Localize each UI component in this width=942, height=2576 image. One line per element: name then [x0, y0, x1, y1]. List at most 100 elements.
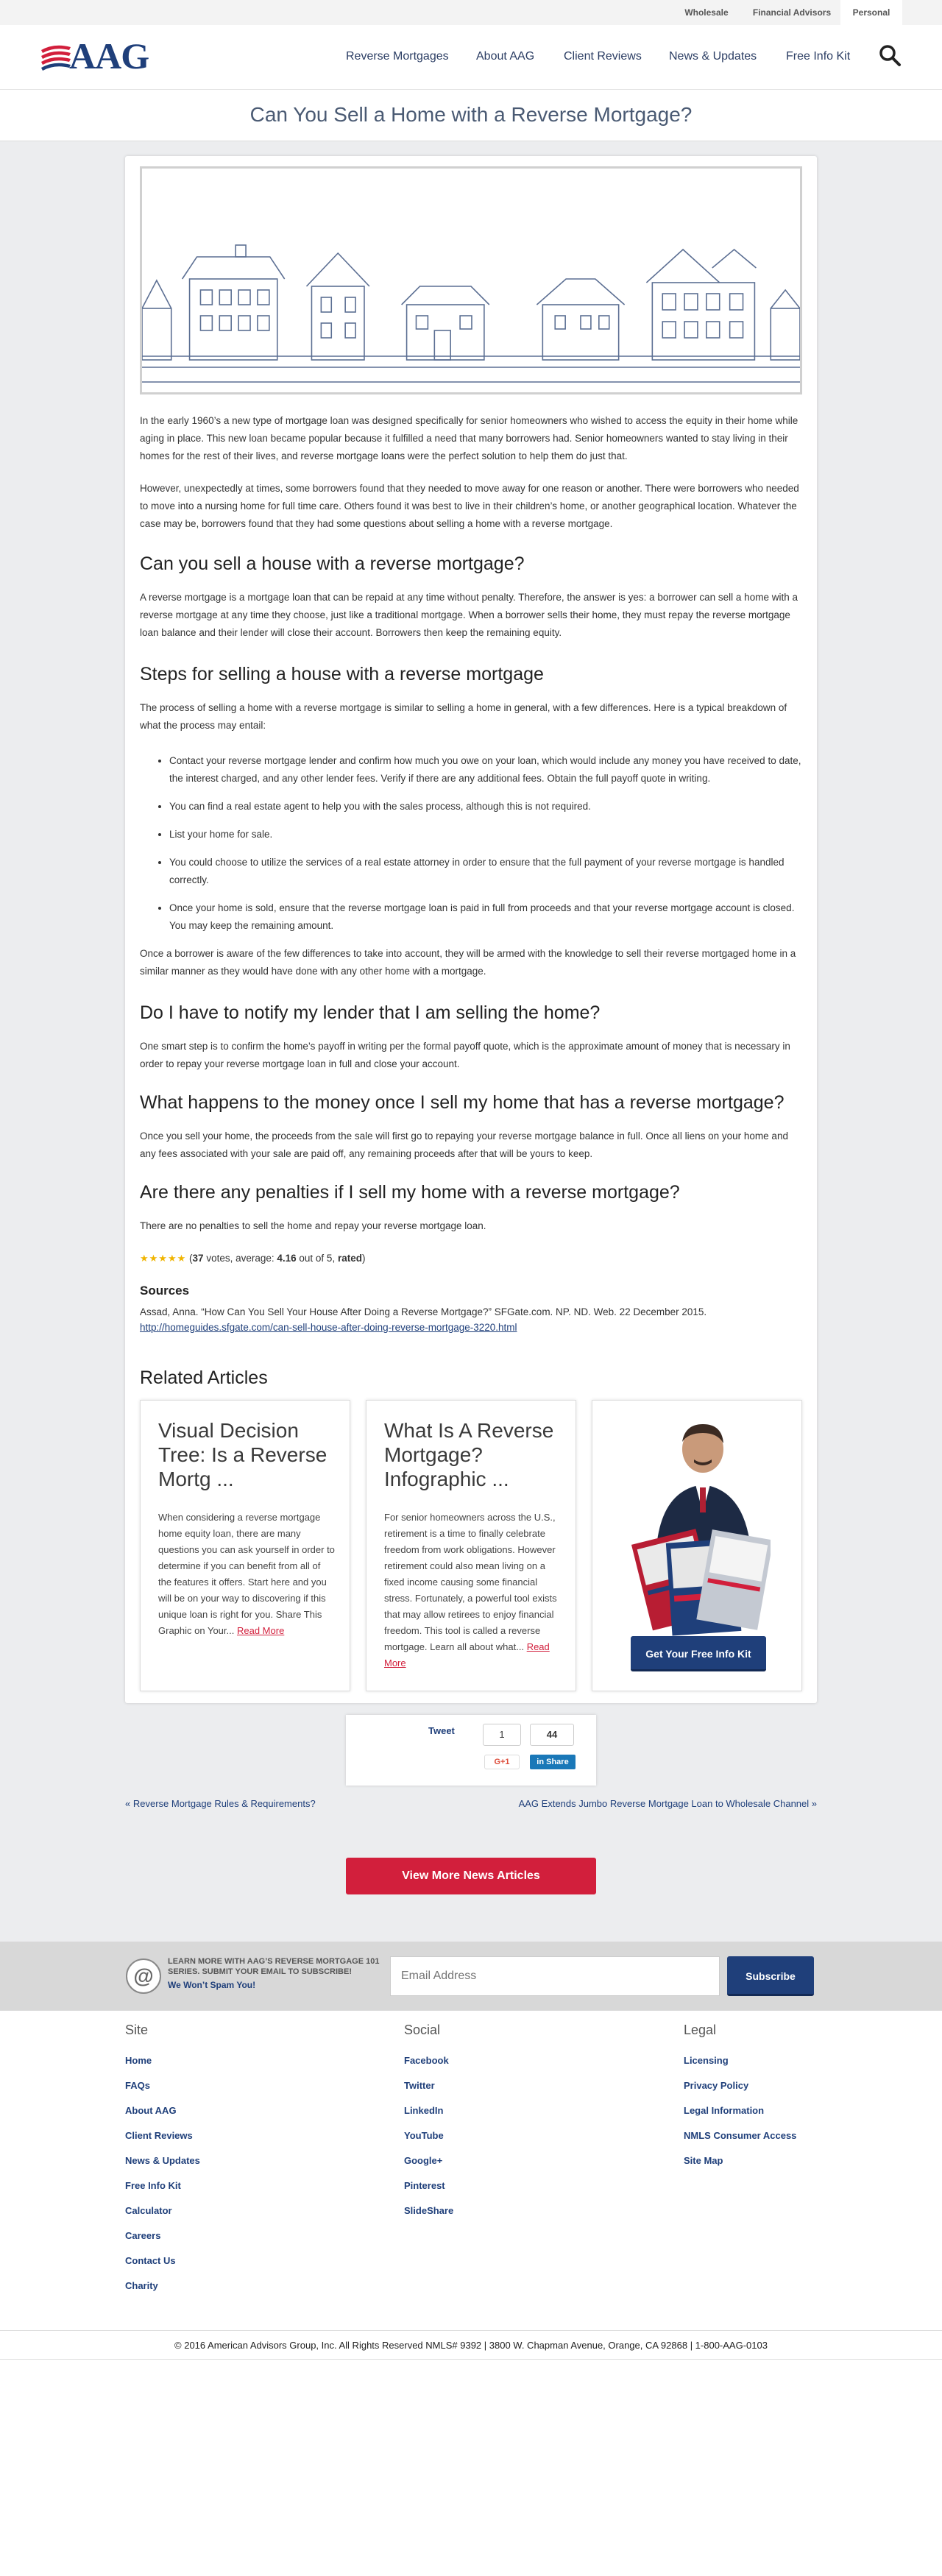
footer-link-facebook[interactable]: Facebook: [404, 2055, 449, 2066]
sources-link[interactable]: http://homeguides.sfgate.com/can-sell-ho…: [140, 1322, 517, 1333]
flag-swoosh-icon: [41, 45, 71, 71]
tweet-button[interactable]: Tweet: [428, 1725, 455, 1736]
footer-link-nmls-consumer-access[interactable]: NMLS Consumer Access: [684, 2130, 796, 2141]
social-share-box: Tweet 1 44 G+1 in Share: [346, 1715, 596, 1786]
copyright-text: © 2016 American Advisors Group, Inc. All…: [174, 2340, 768, 2351]
related-card-decision-tree[interactable]: Visual Decision Tree: Is a Reverse Mortg…: [140, 1400, 350, 1691]
intro-paragraph-1: In the early 1960’s a new type of mortga…: [140, 415, 798, 461]
section-heading-notify-lender: Do I have to notify my lender that I am …: [140, 1002, 601, 1023]
related-card-title[interactable]: Visual Decision Tree: Is a Reverse Mortg…: [158, 1418, 335, 1491]
nav-free-info-kit[interactable]: Free Info Kit: [786, 50, 850, 63]
google-plus-button[interactable]: G+1: [484, 1755, 520, 1769]
page-bottom-blank: [0, 2360, 942, 2576]
related-card-excerpt-text: When considering a reverse mortgage home…: [158, 1512, 335, 1636]
nav-reverse-mortgages[interactable]: Reverse Mortgages: [346, 50, 449, 63]
email-address-input[interactable]: [390, 1956, 720, 1996]
rating-votes-text: votes, average:: [203, 1253, 277, 1264]
footer-heading-site: Site: [125, 2023, 149, 2037]
linkedin-icon: in: [536, 1758, 547, 1766]
footer-link-free-info-kit[interactable]: Free Info Kit: [125, 2180, 181, 2191]
footer-link-youtube[interactable]: YouTube: [404, 2130, 444, 2141]
section-body-money: Once you sell your home, the proceeds fr…: [140, 1130, 788, 1159]
nav-about-aag[interactable]: About AAG: [476, 50, 534, 63]
footer-link-faqs[interactable]: FAQs: [125, 2080, 150, 2091]
newsletter-bar: @ LEARN MORE WITH AAG’S REVERSE MORTGAGE…: [0, 1942, 942, 2011]
intro-paragraph-2: However, unexpectedly at times, some bor…: [140, 483, 799, 529]
related-articles-heading: Related Articles: [140, 1367, 268, 1388]
email-at-icon: @: [126, 1958, 161, 1994]
site-header: AAG Reverse Mortgages About AAG Client R…: [0, 25, 942, 90]
utility-link-personal[interactable]: Personal: [840, 0, 902, 25]
footer-link-contact-us[interactable]: Contact Us: [125, 2255, 176, 2266]
footer-heading-social: Social: [404, 2023, 441, 2037]
page-title: Can You Sell a Home with a Reverse Mortg…: [249, 103, 693, 126]
footer-link-client-reviews[interactable]: Client Reviews: [125, 2130, 193, 2141]
steps-list-item: Once your home is sold, ensure that the …: [169, 899, 802, 935]
footer-link-careers[interactable]: Careers: [125, 2230, 160, 2241]
houses-illustration: [140, 166, 802, 394]
utility-link-financial-advisors[interactable]: Financial Advisors: [743, 0, 840, 25]
related-card-infographic[interactable]: What Is A Reverse Mortgage? Infographic …: [366, 1400, 576, 1691]
related-card-excerpt-text: For senior homeowners across the U.S., r…: [384, 1512, 557, 1652]
footer-link-twitter[interactable]: Twitter: [404, 2080, 435, 2091]
section-intro-steps: The process of selling a home with a rev…: [140, 702, 787, 731]
footer-link-site-map[interactable]: Site Map: [684, 2155, 723, 2166]
section-body-penalties: There are no penalties to sell the home …: [140, 1220, 486, 1231]
related-card-title[interactable]: What Is A Reverse Mortgage? Infographic …: [384, 1418, 561, 1491]
utility-link-wholesale[interactable]: Wholesale: [670, 0, 743, 25]
footer-link-privacy-policy[interactable]: Privacy Policy: [684, 2080, 748, 2091]
steps-list-item: List your home for sale.: [169, 826, 802, 843]
section-body-notify-lender: One smart step is to confirm the home’s …: [140, 1041, 790, 1069]
rating-rated: rated: [337, 1253, 362, 1264]
rating-votes: 37: [192, 1253, 204, 1264]
section-outro-steps: Once a borrower is aware of the few diff…: [140, 948, 796, 977]
footer-link-charity[interactable]: Charity: [125, 2280, 158, 2291]
section-heading-penalties: Are there any penalties if I sell my hom…: [140, 1182, 680, 1203]
steps-list: Contact your reverse mortgage lender and…: [155, 752, 802, 935]
footer-heading-legal: Legal: [684, 2023, 717, 2037]
footer-link-linkedin[interactable]: LinkedIn: [404, 2105, 443, 2116]
linkedin-share-button[interactable]: in Share: [530, 1755, 576, 1769]
section-heading-money: What happens to the money once I sell my…: [140, 1092, 785, 1113]
houses-line-art: [142, 169, 800, 392]
steps-list-item: Contact your reverse mortgage lender and…: [169, 752, 802, 788]
facebook-share-count[interactable]: 44: [530, 1724, 574, 1746]
article-card: In the early 1960’s a new type of mortga…: [125, 156, 817, 1703]
footer-link-about-aag[interactable]: About AAG: [125, 2105, 177, 2116]
rating-average: 4.16: [277, 1253, 297, 1264]
section-heading-steps: Steps for selling a house with a reverse…: [140, 664, 544, 684]
previous-post-link[interactable]: « Reverse Mortgage Rules & Requirements?: [125, 1798, 316, 1809]
aag-logo[interactable]: AAG: [40, 37, 172, 75]
section-body-can-you-sell: A reverse mortgage is a mortgage loan th…: [140, 592, 798, 638]
next-post-link[interactable]: AAG Extends Jumbo Reverse Mortgage Loan …: [519, 1798, 817, 1809]
no-spam-note: We Won’t Spam You!: [168, 1980, 256, 1990]
read-more-link[interactable]: Read More: [237, 1625, 284, 1636]
related-card-excerpt: For senior homeowners across the U.S., r…: [384, 1510, 561, 1671]
nav-news-updates[interactable]: News & Updates: [669, 50, 757, 63]
utility-bar: Wholesale Financial Advisors Personal: [0, 0, 942, 25]
subscribe-button[interactable]: Subscribe: [727, 1956, 814, 1996]
steps-list-item: You can find a real estate agent to help…: [169, 798, 802, 815]
footer-link-slideshare[interactable]: SlideShare: [404, 2205, 453, 2216]
nav-client-reviews[interactable]: Client Reviews: [564, 50, 642, 63]
get-free-info-kit-button[interactable]: Get Your Free Info Kit: [631, 1636, 766, 1671]
section-heading-can-you-sell: Can you sell a house with a reverse mort…: [140, 553, 525, 574]
svg-text:@: @: [133, 1964, 153, 1987]
newsletter-text: LEARN MORE WITH AAG’S REVERSE MORTGAGE 1…: [168, 1957, 380, 1976]
search-icon[interactable]: [877, 43, 902, 68]
footer-link-legal-information[interactable]: Legal Information: [684, 2105, 764, 2116]
view-more-news-button[interactable]: View More News Articles: [346, 1858, 596, 1894]
footer-link-calculator[interactable]: Calculator: [125, 2205, 172, 2216]
footer-link-home[interactable]: Home: [125, 2055, 152, 2066]
site-footer: Site Home FAQs About AAG Client Reviews …: [0, 2011, 942, 2330]
footer-link-google-plus[interactable]: Google+: [404, 2155, 442, 2166]
footer-link-news-updates[interactable]: News & Updates: [125, 2155, 200, 2166]
footer-link-pinterest[interactable]: Pinterest: [404, 2180, 445, 2191]
sources-citation: Assad, Anna. “How Can You Sell Your Hous…: [140, 1306, 707, 1317]
footer-link-licensing[interactable]: Licensing: [684, 2055, 729, 2066]
copyright-bar: © 2016 American Advisors Group, Inc. All…: [0, 2330, 942, 2360]
free-info-kit-card: Get Your Free Info Kit: [592, 1400, 802, 1691]
rating-stars-icon[interactable]: ★★★★★: [140, 1253, 186, 1264]
logo-text: AAG: [69, 35, 149, 77]
rating-summary: ★★★★★ (37 votes, average: 4.16 out of 5,…: [140, 1253, 366, 1264]
